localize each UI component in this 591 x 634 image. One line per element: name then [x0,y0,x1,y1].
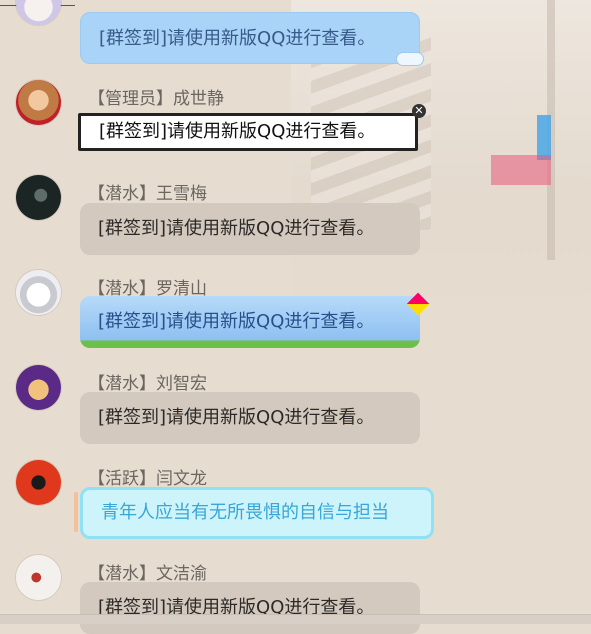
sender-name[interactable]: 成世静 [173,89,224,109]
message-text: [群签到]请使用新版QQ进行查看。 [99,121,376,142]
tab-decoration-icon [74,492,78,532]
sender-role: 【潜水】 [88,374,156,394]
sender-role: 【潜水】 [88,564,156,584]
message-text: 青年人应当有无所畏惧的自信与担当 [101,502,389,523]
anime-boy-avatar[interactable] [16,270,61,315]
hamster-avatar[interactable] [16,80,61,125]
message-bubble[interactable]: [群签到]请使用新版QQ进行查看。 [80,12,420,64]
message-bubble[interactable]: [群签到]请使用新版QQ进行查看。 [80,582,420,634]
message-bubble[interactable]: [群签到]请使用新版QQ进行查看。 [80,392,420,444]
message-bubble[interactable]: [群签到]请使用新版QQ进行查看。 [80,296,420,348]
sender-name[interactable]: 刘智宏 [156,374,207,394]
message-text: [群签到]请使用新版QQ进行查看。 [99,28,376,49]
sender-role: 【潜水】 [88,184,156,204]
message-text: [群签到]请使用新版QQ进行查看。 [98,407,375,428]
dark-portrait-avatar[interactable] [16,175,61,220]
sender-label: 【潜水】刘智宏 [88,369,207,394]
message-bubble[interactable]: 青年人应当有无所畏惧的自信与担当 [80,487,434,539]
sender-name[interactable]: 闫文龙 [156,469,207,489]
message-text: [群签到]请使用新版QQ进行查看。 [98,218,375,239]
sender-name[interactable]: 文洁渝 [156,564,207,584]
cloud-decoration-icon [396,52,424,66]
message-text: [群签到]请使用新版QQ进行查看。 [98,311,375,332]
sender-name[interactable]: 王雪梅 [156,184,207,204]
cartoon-face-avatar[interactable] [16,365,61,410]
message-bubble[interactable]: [群签到]请使用新版QQ进行查看。 [78,113,418,151]
anime-avatar[interactable] [16,0,61,25]
sender-label: 【潜水】王雪梅 [88,179,207,204]
background-door [537,115,551,160]
background-shelf [491,155,551,185]
sketch-avatar[interactable] [16,555,61,600]
message-bubble[interactable]: [群签到]请使用新版QQ进行查看。 [80,203,420,255]
sender-role: 【管理员】 [88,89,173,109]
sender-role: 【活跃】 [88,469,156,489]
sender-label: 【活跃】闫文龙 [88,464,207,489]
red-silhouette-avatar[interactable] [16,460,61,505]
close-decoration-icon: ✕ [412,104,426,118]
sender-label: 【潜水】文洁渝 [88,559,207,584]
sender-label: 【管理员】成世静 [88,84,224,109]
